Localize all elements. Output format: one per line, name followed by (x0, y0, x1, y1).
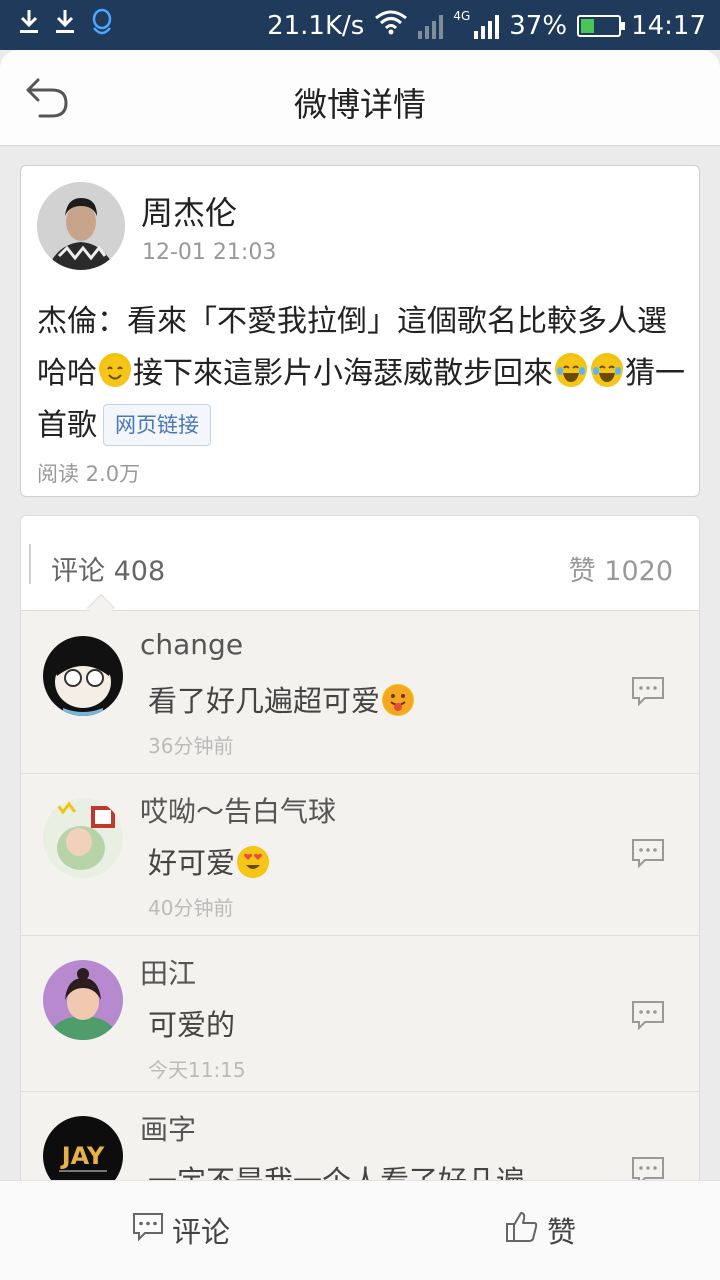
post-timestamp: 12-01 21:03 (142, 240, 277, 265)
comment-item[interactable]: change 看了好几遍超可爱 36分钟前 (21, 612, 699, 774)
post-author-name[interactable]: 周杰伦 (141, 188, 237, 234)
wifi-icon (374, 9, 408, 42)
comment-time: 今天11:15 (148, 1058, 246, 1082)
comment-icon (132, 1212, 164, 1249)
comment-text-content: 好可爱 (148, 846, 236, 880)
download-icon (18, 8, 40, 43)
laugh-cry-emoji-icon (591, 353, 623, 387)
post-text-part: 接下來這影片小海瑟威散步回來 (133, 356, 553, 391)
signal-icon (418, 13, 444, 39)
header-divider (29, 544, 31, 584)
reply-comment-icon[interactable] (631, 1000, 665, 1031)
status-bar: 21.1K/s 4G 37% 14:17 (0, 0, 720, 50)
network-type: 4G (453, 8, 471, 23)
network-speed: 21.1K/s (267, 10, 365, 41)
weibo-post-card: 周杰伦 12-01 21:03 杰倫：看來「不愛我拉倒」這個歌名比較多人選哈哈接… (20, 165, 700, 497)
author-avatar[interactable] (37, 182, 125, 270)
reply-comment-icon[interactable] (631, 676, 665, 707)
comments-panel: 评论 408 赞 1020 change 看了好几遍超可爱 36分钟前 哎呦～告… (20, 515, 700, 1215)
comment-item[interactable]: 哎呦～告白气球 好可爱 40分钟前 (21, 774, 699, 936)
like-button-label: 赞 (547, 1215, 577, 1249)
comment-time: 40分钟前 (148, 896, 234, 920)
post-text: 杰倫：看來「不愛我拉倒」這個歌名比較多人選哈哈 接下來這影片小海瑟威散步回來 猜一首… (37, 296, 687, 452)
commenter-avatar[interactable] (43, 960, 123, 1040)
like-button[interactable]: 赞 (505, 1209, 576, 1251)
likes-tab[interactable]: 赞 1020 (569, 549, 673, 588)
tongue-emoji-icon (382, 684, 415, 716)
commenter-name[interactable]: change (140, 628, 243, 661)
comment-text-content: 看了好几遍超可爱 (148, 684, 381, 718)
comment-time: 36分钟前 (148, 734, 234, 758)
comment-item[interactable]: 田江 可爱的 今天11:15 (21, 936, 699, 1092)
battery-percent: 37% (509, 10, 568, 41)
commenter-avatar[interactable] (43, 798, 123, 878)
svg-text:JAY: JAY (60, 1142, 105, 1170)
comment-button[interactable]: 评论 (132, 1209, 230, 1251)
comments-tab[interactable]: 评论 408 (51, 549, 165, 588)
read-count: 阅读 2.0万 (37, 462, 141, 486)
heart-eyes-emoji-icon (237, 846, 270, 878)
comment-text: 看了好几遍超可爱 (148, 678, 416, 720)
reply-comment-icon[interactable] (631, 838, 665, 869)
thumbs-up-icon (505, 1211, 539, 1250)
page-title: 微博详情 (294, 85, 426, 124)
commenter-name[interactable]: 画字 (140, 1108, 196, 1148)
comment-text: 可爱的 (148, 1008, 236, 1042)
download-icon (54, 8, 76, 43)
comments-header: 评论 408 赞 1020 (21, 516, 699, 623)
battery-icon (577, 14, 626, 37)
web-link-button[interactable]: 网页链接 (103, 404, 211, 446)
wink-emoji-icon (99, 353, 131, 387)
commenter-name[interactable]: 哎呦～告白气球 (140, 790, 336, 830)
bottom-action-bar: 评论 赞 (0, 1180, 720, 1280)
commenter-avatar[interactable] (43, 636, 123, 716)
comment-text: 好可爱 (148, 840, 271, 882)
comment-button-label: 评论 (172, 1215, 231, 1249)
clock: 14:17 (631, 10, 706, 41)
laugh-cry-emoji-icon (555, 353, 587, 387)
commenter-name[interactable]: 田江 (140, 952, 196, 992)
top-nav-bar: 微博详情 (0, 50, 720, 146)
signal-icon (474, 13, 500, 39)
qq-icon (90, 8, 114, 43)
